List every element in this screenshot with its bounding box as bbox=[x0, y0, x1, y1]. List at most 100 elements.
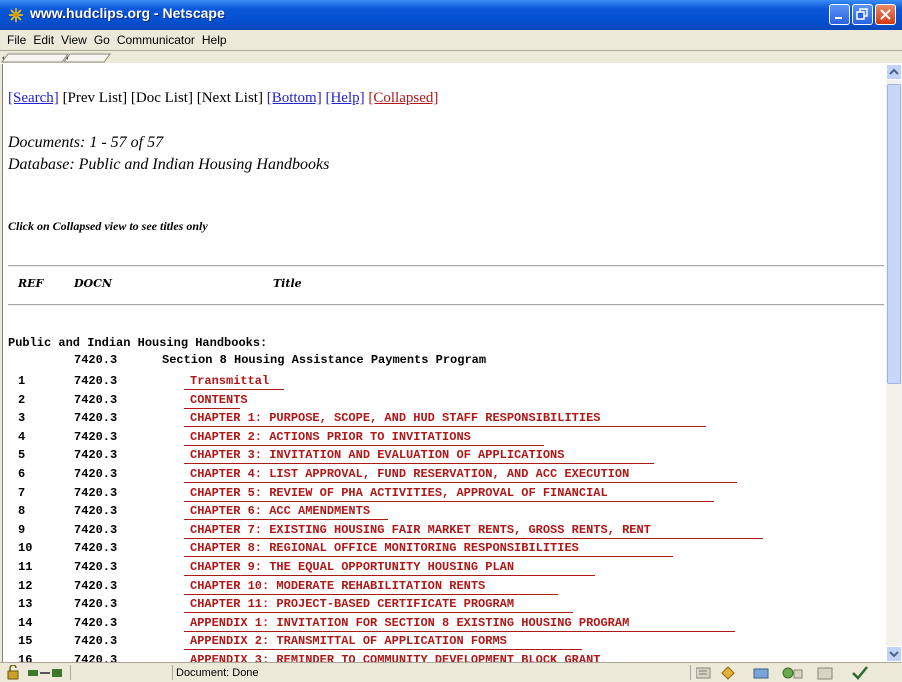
check-icon bbox=[852, 666, 868, 680]
chevron-down-icon bbox=[889, 651, 899, 658]
help-link[interactable]: [Help] bbox=[325, 90, 364, 106]
row-ref: 9 bbox=[18, 522, 26, 537]
row-ref: 15 bbox=[18, 634, 33, 649]
menu-view[interactable]: View bbox=[61, 30, 87, 50]
row-ref: 4 bbox=[18, 429, 26, 444]
row-docn: 7420.3 bbox=[74, 467, 118, 481]
row-docn: 7420.3 bbox=[74, 653, 118, 662]
restore-icon bbox=[856, 8, 868, 20]
row-ref: 2 bbox=[18, 392, 26, 407]
toolbar-collapse-tabs[interactable] bbox=[0, 50, 902, 64]
list-item: 1 7420.3 Transmittal bbox=[3, 374, 883, 391]
link-underline bbox=[184, 482, 737, 483]
row-docn: 7420.3 bbox=[74, 429, 118, 444]
menu-file[interactable]: File bbox=[7, 30, 26, 50]
row-title-link[interactable]: CHAPTER 7: EXISTING HOUSING FAIR MARKET … bbox=[190, 523, 651, 537]
row-title-link[interactable]: CHAPTER 3: INVITATION AND EVALUATION OF … bbox=[190, 448, 564, 462]
security-lock-icon[interactable] bbox=[6, 665, 26, 680]
link-underline bbox=[184, 463, 654, 465]
link-underline bbox=[184, 444, 544, 446]
link-underline bbox=[184, 630, 735, 632]
row-title-link[interactable]: CONTENTS bbox=[190, 393, 248, 407]
group-section: Section 8 Housing Assistance Payments Pr… bbox=[162, 353, 487, 367]
vertical-scrollbar[interactable] bbox=[886, 64, 902, 662]
address-book-icon bbox=[782, 667, 803, 679]
row-title-link[interactable]: CHAPTER 6: ACC AMENDMENTS bbox=[190, 504, 370, 518]
row-title-link[interactable]: APPENDIX 2: TRANSMITTAL OF APPLICATION F… bbox=[190, 634, 507, 648]
row-docn: 7420.3 bbox=[74, 392, 118, 407]
bottom-link[interactable]: [Bottom] bbox=[267, 90, 322, 106]
list-item: 5 7420.3 CHAPTER 3: INVITATION AND EVALUAT… bbox=[3, 448, 883, 465]
toolbar-tab-icon bbox=[1, 53, 111, 63]
row-docn: 7420.3 bbox=[74, 504, 118, 519]
maximize-button[interactable] bbox=[852, 4, 873, 25]
row-ref: 5 bbox=[18, 448, 26, 463]
row-docn: 7420.3 bbox=[74, 541, 118, 556]
link-underline bbox=[184, 389, 284, 390]
collapsed-note: Click on Collapsed view to see titles on… bbox=[8, 219, 208, 233]
menu-go[interactable]: Go bbox=[94, 30, 110, 50]
minimize-icon bbox=[835, 17, 842, 19]
close-icon bbox=[880, 9, 891, 20]
col-title: Title bbox=[273, 277, 302, 290]
row-docn: 7420.3 bbox=[74, 560, 118, 574]
chevron-up-icon bbox=[889, 68, 899, 75]
netscape-icon bbox=[9, 8, 23, 22]
group-label: Public and Indian Housing Handbooks: bbox=[8, 336, 268, 350]
row-docn: 7420.3 bbox=[74, 597, 118, 612]
row-ref: 8 bbox=[18, 504, 26, 519]
row-title-link[interactable]: CHAPTER 11: PROJECT-BASED CERTIFICATE PR… bbox=[190, 597, 514, 611]
scroll-down-button[interactable] bbox=[886, 646, 902, 662]
menu-help[interactable]: Help bbox=[202, 30, 227, 50]
col-docn: DOCN bbox=[74, 277, 112, 290]
row-docn: 7420.3 bbox=[74, 522, 118, 537]
row-docn: 7420.3 bbox=[74, 374, 118, 388]
newsgroup-icon bbox=[753, 668, 769, 679]
component-bar-icons[interactable] bbox=[696, 665, 896, 681]
composer-icon bbox=[817, 667, 833, 680]
navigator-icon bbox=[696, 667, 711, 679]
row-docn: 7420.3 bbox=[74, 411, 118, 426]
menu-bar: File Edit View Go Communicator Help bbox=[0, 30, 902, 50]
row-ref: 3 bbox=[18, 411, 26, 426]
divider-bottom bbox=[8, 304, 884, 306]
row-docn: 7420.3 bbox=[74, 634, 118, 649]
row-title-link[interactable]: APPENDIX 3: REMINDER TO COMMUNITY DEVELO… bbox=[190, 653, 600, 662]
search-link[interactable]: [Search] bbox=[8, 90, 59, 106]
row-title-link[interactable]: APPENDIX 1: INVITATION FOR SECTION 8 EXI… bbox=[190, 616, 629, 630]
menu-edit[interactable]: Edit bbox=[33, 30, 54, 50]
row-docn: 7420.3 bbox=[74, 448, 118, 463]
row-ref: 10 bbox=[18, 541, 33, 556]
row-title-link[interactable]: CHAPTER 9: THE EQUAL OPPORTUNITY HOUSING… bbox=[190, 560, 514, 574]
nav-links: [Search] [Prev List] [Doc List] [Next Li… bbox=[8, 90, 438, 107]
divider-top bbox=[8, 265, 884, 267]
row-title-link[interactable]: Transmittal bbox=[190, 374, 269, 388]
scroll-thumb[interactable] bbox=[887, 84, 901, 384]
row-title-link[interactable]: CHAPTER 4: LIST APPROVAL, FUND RESERVATI… bbox=[190, 467, 629, 481]
list-item: 11 7420.3 CHAPTER 9: THE EQUAL OPPORTUNITY… bbox=[3, 560, 883, 577]
row-title-link[interactable]: CHAPTER 2: ACTIONS PRIOR TO INVITATIONS bbox=[190, 430, 471, 444]
status-separator bbox=[70, 665, 71, 680]
row-title-link[interactable]: CHAPTER 1: PURPOSE, SCOPE, AND HUD STAFF… bbox=[190, 411, 600, 425]
row-docn: 7420.3 bbox=[74, 485, 118, 500]
row-ref: 14 bbox=[18, 615, 33, 630]
link-underline bbox=[184, 500, 714, 502]
list-item: 8 7420.3 CHAPTER 6: ACC AMENDMENTS bbox=[3, 504, 883, 521]
row-title-link[interactable]: CHAPTER 5: REVIEW OF PHA ACTIVITIES, APP… bbox=[190, 486, 608, 500]
row-docn: 7420.3 bbox=[74, 615, 118, 630]
list-item: 15 7420.3 APPENDIX 2: TRANSMITTAL OF APPLI… bbox=[3, 634, 883, 651]
list-item: 14 7420.3 APPENDIX 1: INVITATION FOR SECTI… bbox=[3, 616, 883, 633]
documents-count: Documents: 1 - 57 of 57 bbox=[8, 134, 164, 151]
row-title-link[interactable]: CHAPTER 10: MODERATE REHABILITATION RENT… bbox=[190, 579, 485, 593]
link-underline bbox=[184, 575, 595, 576]
row-title-link[interactable]: CHAPTER 8: REGIONAL OFFICE MONITORING RE… bbox=[190, 541, 579, 555]
close-button[interactable] bbox=[875, 4, 896, 25]
menu-communicator[interactable]: Communicator bbox=[117, 30, 195, 50]
minimize-button[interactable] bbox=[829, 4, 850, 25]
collapsed-link[interactable]: [Collapsed] bbox=[368, 90, 438, 106]
row-ref: 11 bbox=[18, 560, 33, 574]
scroll-up-button[interactable] bbox=[886, 64, 902, 80]
title-bar[interactable]: www.hudclips.org - Netscape bbox=[0, 0, 902, 30]
row-ref: 16 bbox=[18, 653, 33, 662]
link-underline bbox=[184, 537, 763, 539]
